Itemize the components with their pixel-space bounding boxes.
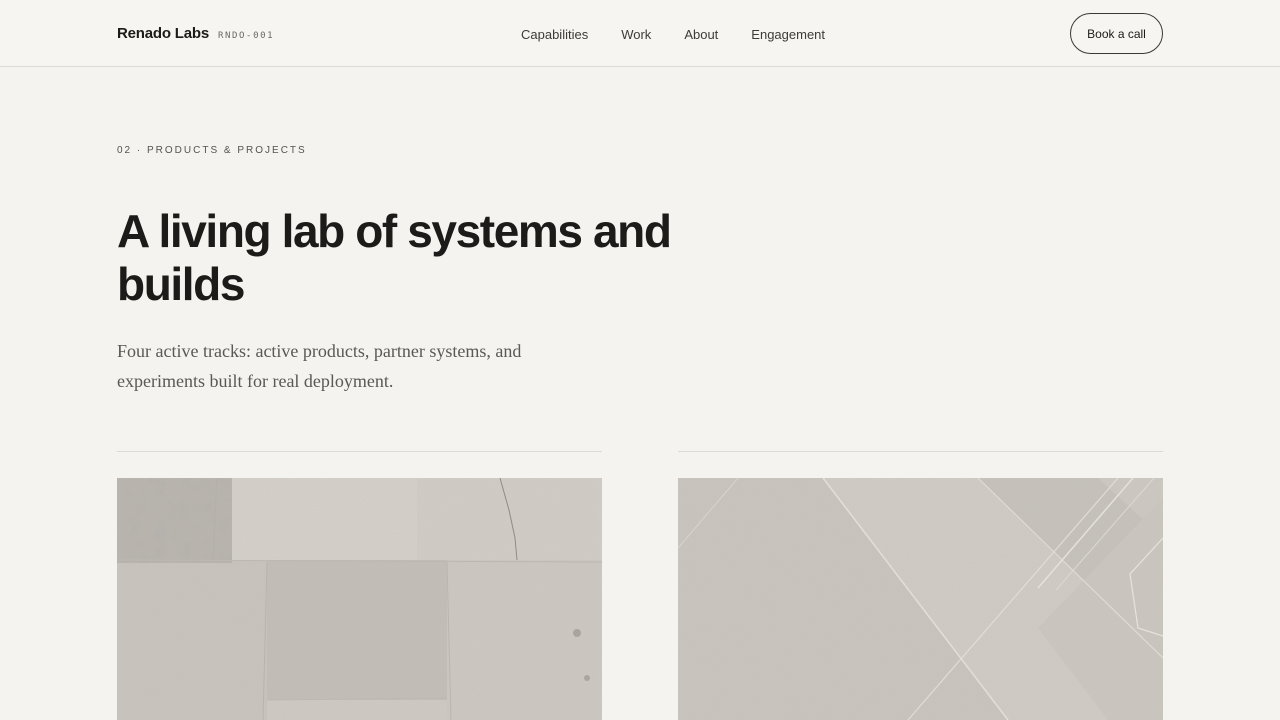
- nav-capabilities[interactable]: Capabilities: [521, 27, 588, 42]
- section-lede: Four active tracks: active products, par…: [117, 341, 522, 391]
- section-title: A living lab of systems and builds: [117, 205, 672, 310]
- concrete-slab-image: [117, 478, 602, 720]
- card-divider: [678, 451, 1163, 452]
- main-nav: Capabilities Work About Engagement: [521, 27, 825, 42]
- nav-work[interactable]: Work: [621, 27, 651, 42]
- book-call-button[interactable]: Book a call: [1070, 13, 1163, 54]
- project-card[interactable]: [117, 451, 602, 720]
- card-divider: [117, 451, 602, 452]
- project-card[interactable]: [678, 451, 1163, 720]
- brand-code: RNDO-001: [217, 31, 275, 41]
- project-card-image[interactable]: [678, 478, 1163, 720]
- nav-about[interactable]: About: [684, 27, 718, 42]
- brand[interactable]: Renado Labs RNDO-001: [117, 25, 274, 42]
- section-eyebrow: 02 · PRODUCTS & PROJECTS: [117, 145, 307, 156]
- concrete-diagonal-image: [678, 478, 1163, 720]
- site-header: Renado Labs RNDO-001 Capabilities Work A…: [0, 0, 1280, 67]
- brand-name[interactable]: Renado Labs: [117, 25, 209, 42]
- nav-engagement[interactable]: Engagement: [751, 27, 825, 42]
- project-card-image[interactable]: [117, 478, 602, 720]
